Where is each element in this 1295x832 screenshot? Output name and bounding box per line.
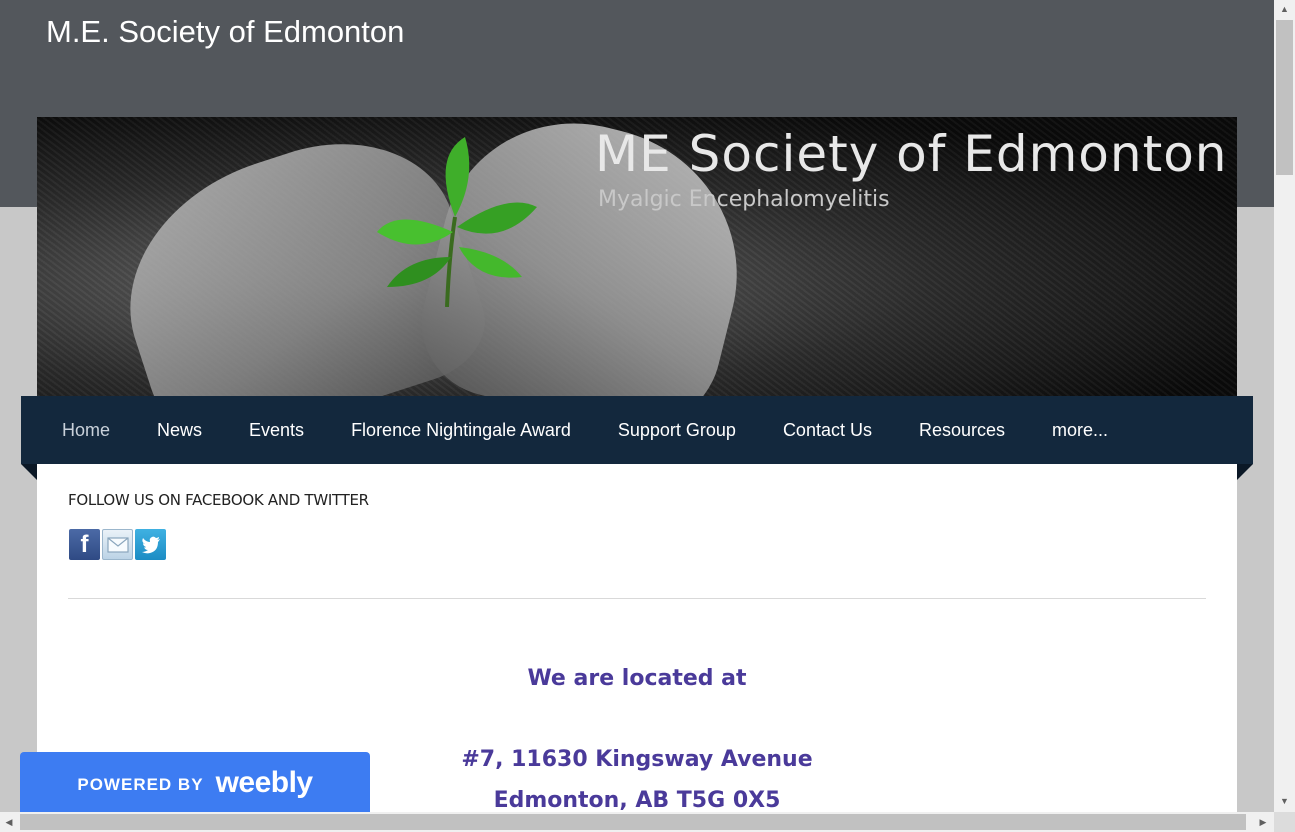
- facebook-icon[interactable]: f: [69, 529, 100, 560]
- site-title[interactable]: M.E. Society of Edmonton: [46, 14, 404, 50]
- nav-item-news[interactable]: News: [157, 420, 202, 441]
- powered-by-weebly-badge[interactable]: POWERED BY weebly: [20, 752, 370, 814]
- nav-item-support-group[interactable]: Support Group: [618, 420, 736, 441]
- banner-image: ME Society of Edmonton Myalgic Encephalo…: [37, 117, 1237, 396]
- weebly-logo: weebly: [215, 766, 314, 799]
- scroll-left-arrow-icon[interactable]: ◀: [0, 812, 18, 832]
- powered-by-label: POWERED BY: [77, 775, 204, 794]
- nav-item-resources[interactable]: Resources: [919, 420, 1005, 441]
- content-divider: [68, 598, 1206, 599]
- facebook-glyph: f: [80, 530, 89, 558]
- social-buttons: f: [69, 529, 166, 560]
- mail-icon[interactable]: [102, 529, 133, 560]
- twitter-icon[interactable]: [135, 529, 166, 560]
- scroll-right-arrow-icon[interactable]: ▶: [1254, 812, 1272, 832]
- nav-item-contact-us[interactable]: Contact Us: [783, 420, 872, 441]
- scroll-down-arrow-icon[interactable]: ▼: [1274, 792, 1295, 810]
- plant-sprout-icon: [377, 137, 537, 307]
- scroll-up-arrow-icon[interactable]: ▲: [1274, 0, 1295, 18]
- nav-fold-left: [21, 464, 37, 480]
- twitter-bird-glyph: [141, 536, 160, 553]
- banner-subtitle: Myalgic Encephalomyelitis: [598, 187, 890, 212]
- scrollbar-corner: [1274, 812, 1295, 832]
- nav-fold-right: [1237, 464, 1253, 480]
- nav-item-events[interactable]: Events: [249, 420, 304, 441]
- follow-heading: FOLLOW US ON FACEBOOK AND TWITTER: [68, 491, 369, 509]
- nav-item-florence-nightingale-award[interactable]: Florence Nightingale Award: [351, 420, 571, 441]
- envelope-glyph: [106, 536, 129, 553]
- banner-title: ME Society of Edmonton: [595, 125, 1228, 183]
- nav-item-more[interactable]: more...: [1052, 420, 1108, 441]
- main-navigation: Home News Events Florence Nightingale Aw…: [21, 396, 1253, 464]
- located-heading: We are located at: [527, 666, 747, 691]
- vertical-scrollbar[interactable]: ▲ ▼: [1274, 0, 1295, 812]
- nav-item-home[interactable]: Home: [62, 420, 110, 441]
- horizontal-scroll-thumb[interactable]: [20, 814, 1246, 830]
- vertical-scroll-thumb[interactable]: [1276, 20, 1293, 175]
- horizontal-scrollbar[interactable]: ◀ ▶: [0, 812, 1274, 832]
